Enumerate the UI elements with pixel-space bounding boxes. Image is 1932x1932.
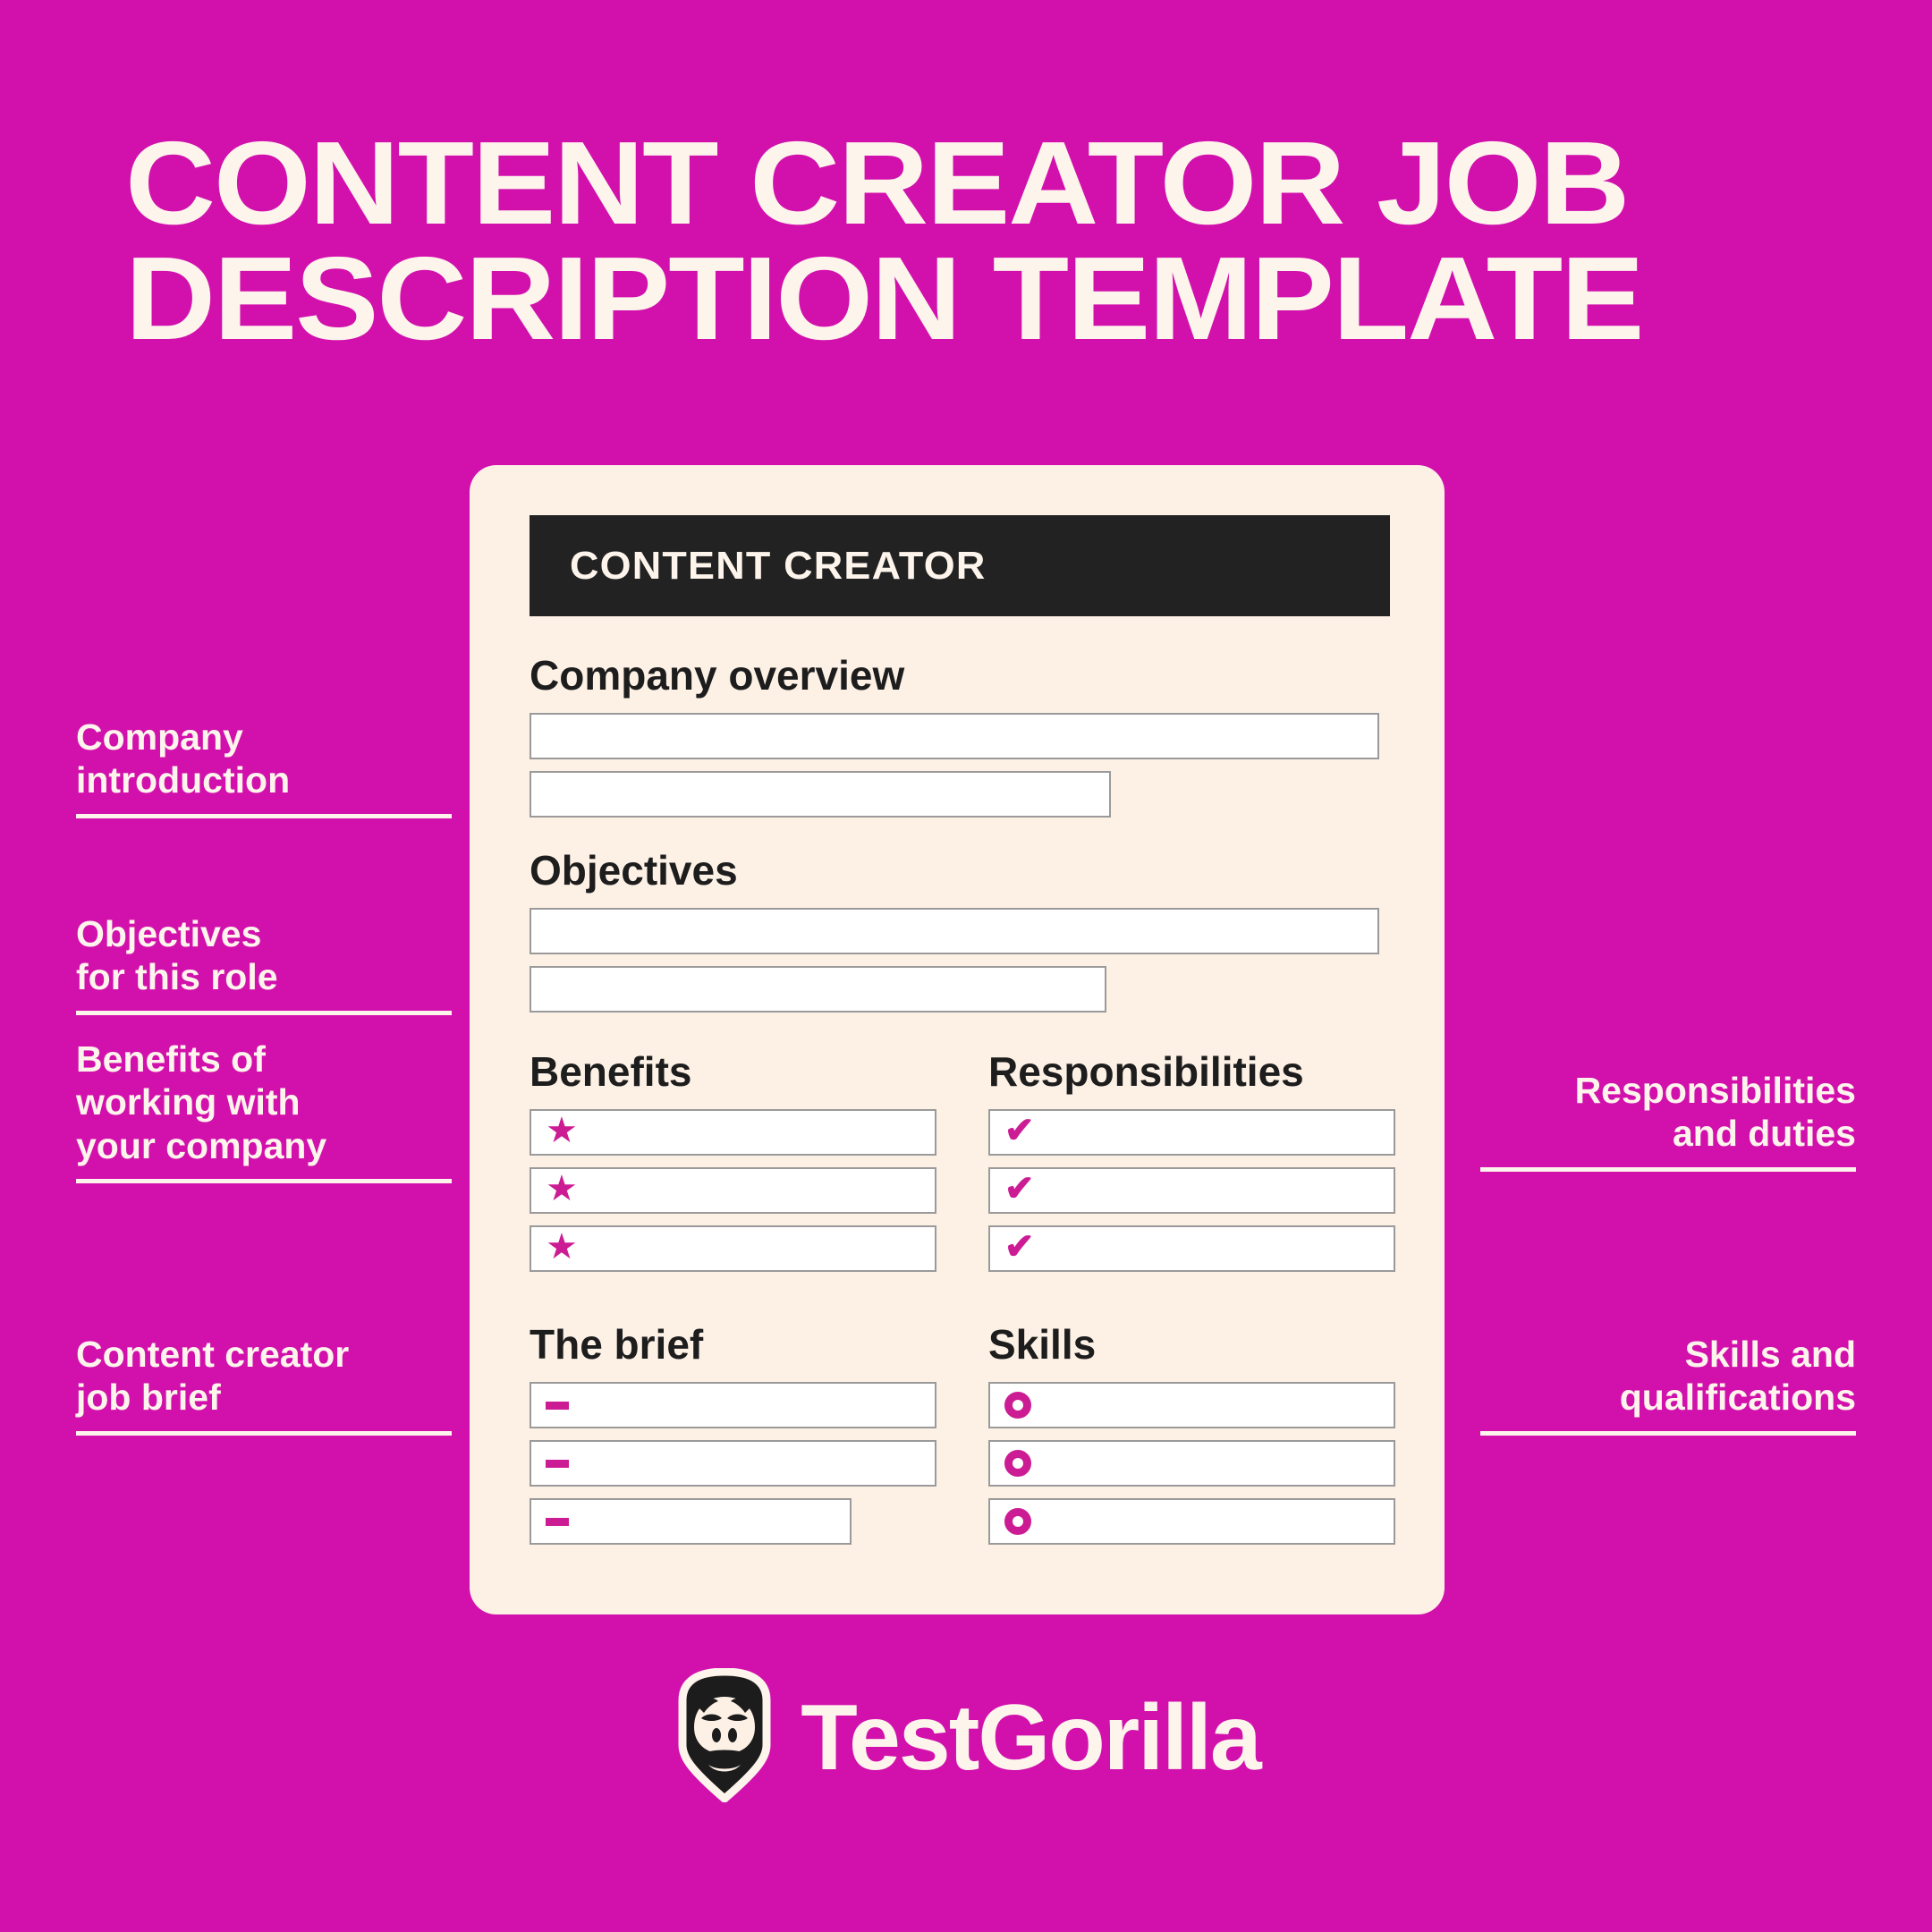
- input-skills-2[interactable]: [988, 1440, 1395, 1487]
- circle-icon: [1004, 1508, 1031, 1535]
- side-label-underline: [76, 813, 452, 818]
- input-responsibilities-2[interactable]: ✔: [988, 1167, 1395, 1214]
- brand-logo: TestGorilla: [0, 1667, 1932, 1807]
- section-skills: Skills: [988, 1321, 1395, 1556]
- input-the-brief-2[interactable]: [530, 1440, 936, 1487]
- section-company-overview: Company overview: [530, 655, 1390, 829]
- side-label-underline: [76, 1179, 452, 1184]
- section-objectives: Objectives: [530, 850, 1390, 1024]
- input-benefits-3[interactable]: ★: [530, 1225, 936, 1272]
- section-benefits: Benefits ★ ★ ★: [530, 1051, 959, 1284]
- side-label-left-3: Content creator job brief: [76, 1333, 452, 1436]
- section-title-responsibilities: Responsibilities: [988, 1048, 1304, 1095]
- check-icon: ✔: [1004, 1169, 1035, 1208]
- circle-icon: [1004, 1392, 1031, 1419]
- side-label-right-1: Skills and qualifications: [1480, 1333, 1856, 1436]
- gorilla-shield-icon: [672, 1667, 777, 1807]
- card-header-bar: CONTENT CREATOR: [530, 515, 1390, 616]
- check-icon: ✔: [1004, 1227, 1035, 1267]
- input-responsibilities-1[interactable]: ✔: [988, 1109, 1395, 1156]
- side-label-text: Responsibilities and duties: [1574, 1070, 1856, 1155]
- section-title-company-overview: Company overview: [530, 652, 905, 699]
- section-title-the-brief: The brief: [530, 1321, 704, 1368]
- side-label-right-0: Responsibilities and duties: [1480, 1069, 1856, 1172]
- side-label-text: Benefits of working with your company: [76, 1038, 327, 1166]
- dash-icon: [546, 1401, 569, 1410]
- section-title-skills: Skills: [988, 1321, 1097, 1368]
- page-title-line-2: DESCRIPTION TEMPLATE: [125, 233, 1644, 365]
- section-title-benefits: Benefits: [530, 1048, 692, 1095]
- side-label-left-0: Company introduction: [76, 716, 452, 818]
- star-icon: ★: [546, 1169, 578, 1208]
- side-label-underline: [76, 1010, 452, 1015]
- side-label-underline: [76, 1430, 452, 1436]
- input-benefits-1[interactable]: ★: [530, 1109, 936, 1156]
- input-objectives-1[interactable]: [530, 908, 1379, 954]
- side-label-text: Content creator job brief: [76, 1334, 350, 1419]
- brand-wordmark: TestGorilla: [801, 1685, 1262, 1790]
- side-label-left-2: Benefits of working with your company: [76, 1038, 452, 1184]
- dash-icon: [546, 1459, 569, 1468]
- dash-icon: [546, 1517, 569, 1526]
- input-skills-1[interactable]: [988, 1382, 1395, 1428]
- section-title-objectives: Objectives: [530, 847, 738, 894]
- input-the-brief-1[interactable]: [530, 1382, 936, 1428]
- side-label-text: Objectives for this role: [76, 913, 278, 998]
- input-the-brief-3[interactable]: [530, 1498, 852, 1545]
- page-title-line-1: CONTENT CREATOR JOB: [125, 117, 1630, 249]
- card-header-title: CONTENT CREATOR: [570, 543, 987, 588]
- star-icon: ★: [546, 1111, 578, 1150]
- section-responsibilities: Responsibilities ✔ ✔ ✔: [988, 1048, 1395, 1284]
- section-the-brief: The brief: [530, 1324, 959, 1556]
- circle-icon: [1004, 1450, 1031, 1477]
- side-label-underline: [1480, 1430, 1856, 1436]
- side-label-text: Skills and qualifications: [1619, 1334, 1856, 1419]
- input-skills-3[interactable]: [988, 1498, 1395, 1545]
- job-description-card: CONTENT CREATOR Company overview Objectiv…: [470, 465, 1445, 1614]
- input-benefits-2[interactable]: ★: [530, 1167, 936, 1214]
- side-label-left-1: Objectives for this role: [76, 912, 452, 1015]
- page-title: CONTENT CREATOR JOB DESCRIPTION TEMPLATE: [125, 123, 1807, 358]
- input-responsibilities-3[interactable]: ✔: [988, 1225, 1395, 1272]
- side-label-underline: [1480, 1166, 1856, 1172]
- input-company-overview-2[interactable]: [530, 771, 1111, 818]
- side-label-text: Company introduction: [76, 716, 291, 801]
- input-company-overview-1[interactable]: [530, 713, 1379, 759]
- check-icon: ✔: [1004, 1111, 1035, 1150]
- input-objectives-2[interactable]: [530, 966, 1106, 1013]
- star-icon: ★: [546, 1227, 578, 1267]
